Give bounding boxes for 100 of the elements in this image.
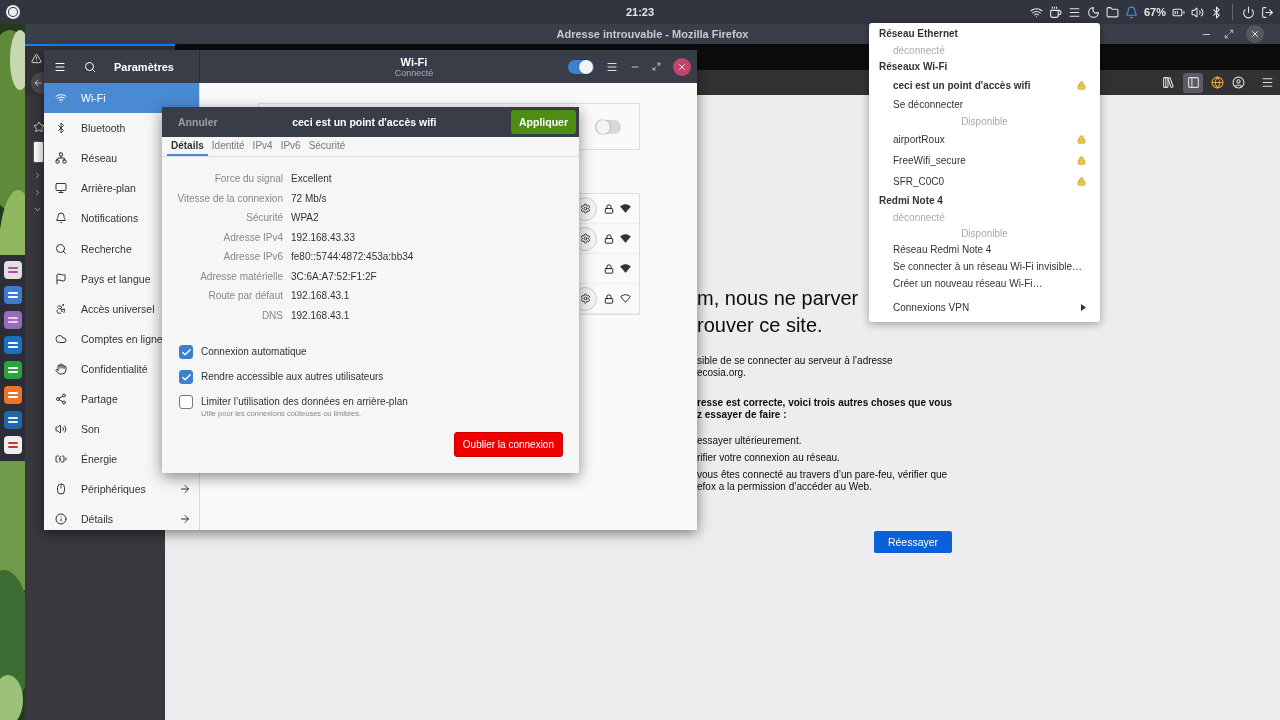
- share-icon: [55, 393, 67, 405]
- option-label: Rendre accessible aux autres utilisateurs: [201, 370, 384, 384]
- menu-heading: Réseau Ethernet: [878, 27, 959, 41]
- menu-item[interactable]: Se connecter à un réseau Wi-Fi invisible…: [869, 258, 1100, 275]
- speaker-icon[interactable]: [1191, 5, 1204, 19]
- library-icon[interactable]: [1162, 76, 1175, 89]
- gear-icon: [579, 293, 591, 304]
- bell-icon[interactable]: [1124, 5, 1138, 19]
- menu-item[interactable]: Créer un nouveau réseau Wi-Fi…: [869, 275, 1100, 292]
- page-title: Wi-Fi: [400, 55, 428, 68]
- logout-icon[interactable]: [1261, 5, 1274, 19]
- maximize-icon[interactable]: [652, 62, 661, 71]
- menu-heading: Redmi Note 4: [878, 194, 944, 208]
- maximize-icon[interactable]: [1224, 29, 1234, 39]
- menu-item[interactable]: ceci est un point d'accès wifi: [869, 75, 1100, 96]
- close-button[interactable]: [673, 57, 691, 76]
- menu-item[interactable]: Connexions VPN: [869, 296, 1100, 318]
- account-icon[interactable]: [1232, 76, 1245, 89]
- apply-button[interactable]: Appliquer: [511, 110, 576, 134]
- suggestion-text: essayer ultérieurement.: [697, 435, 802, 447]
- menu-icon[interactable]: [54, 60, 66, 73]
- hand-icon: [55, 362, 67, 375]
- airplane-mode-switch[interactable]: [595, 119, 621, 134]
- close-icon: [1250, 29, 1260, 39]
- info-icon: [55, 513, 67, 526]
- tab[interactable]: Identité: [207, 137, 249, 156]
- sidebar-icon: [1186, 76, 1200, 89]
- detail-value: 192.168.43.1: [291, 289, 350, 303]
- detail-label: Sécurité: [245, 211, 283, 225]
- detail-label: DNS: [260, 308, 283, 323]
- detail-value: 3C:6A:A7:52:F1:2F: [291, 269, 377, 284]
- menu-icon[interactable]: [606, 60, 618, 73]
- checkbox[interactable]: [179, 370, 193, 384]
- menu-icon[interactable]: [1067, 5, 1081, 19]
- menu-item[interactable]: Réseau Redmi Note 4: [869, 241, 1100, 258]
- sidebar-item[interactable]: Périphériques: [44, 474, 199, 505]
- wifi-switch[interactable]: [568, 59, 594, 74]
- gear-icon: [579, 203, 591, 214]
- close-button[interactable]: [1246, 25, 1264, 43]
- tab[interactable]: IPv4: [248, 137, 277, 156]
- checkbox[interactable]: [179, 395, 193, 409]
- activities-icon[interactable]: [6, 5, 20, 19]
- detail-label: Force du signal: [213, 172, 283, 186]
- moon-icon[interactable]: [1086, 5, 1100, 19]
- wifi-icon[interactable]: [1029, 5, 1043, 19]
- section-label: Disponible: [960, 114, 1009, 129]
- detail-label: Adresse matérielle: [199, 269, 283, 284]
- battery-icon: [55, 453, 67, 466]
- back-button[interactable]: [31, 71, 44, 94]
- lock-icon: [604, 293, 614, 304]
- menu-item[interactable]: Se déconnecter: [869, 96, 1100, 113]
- tab[interactable]: IPv6: [276, 137, 305, 156]
- menu-item[interactable]: airportRoux: [869, 129, 1100, 150]
- detail-value: 192.168.43.33: [291, 230, 355, 245]
- warning-icon: [31, 52, 42, 64]
- forget-button[interactable]: Oublier la connexion: [453, 432, 563, 457]
- retry-button[interactable]: Réessayer: [873, 531, 953, 553]
- lock-icon: [1077, 156, 1086, 165]
- menu-item[interactable]: SFR_C0C0: [869, 171, 1100, 192]
- collapse-icon[interactable]: [33, 205, 42, 214]
- error-heading: m, nous ne parver rouver ce site.: [697, 286, 859, 338]
- cancel-button[interactable]: Annuler: [178, 116, 218, 128]
- section-label: Disponible: [960, 226, 1009, 241]
- bluetooth-icon[interactable]: [1210, 5, 1223, 19]
- app-title: Paramètres: [114, 60, 174, 73]
- search-field[interactable]: [33, 141, 44, 163]
- cup-icon[interactable]: [1048, 5, 1062, 19]
- sidebar-item[interactable]: Wi-Fi: [44, 83, 199, 114]
- lock-icon: [1077, 135, 1086, 144]
- error-text: sible de se connecter au serveur à l’adresse ecosia.org.: [697, 355, 893, 379]
- checkbox[interactable]: [179, 345, 193, 359]
- detail-value: fe80::5744:4872:453a:bb34: [291, 250, 414, 264]
- sidebar-item[interactable]: Détails: [44, 504, 199, 530]
- detail-label: Vitesse de la connexion: [176, 191, 283, 206]
- detail-label: Adresse IPv4: [222, 230, 283, 245]
- detail-label: Route par défaut: [207, 289, 283, 303]
- tab[interactable]: Détails: [167, 137, 208, 156]
- menu-item[interactable]: FreeWifi_secure: [869, 150, 1100, 171]
- menu-icon[interactable]: [1261, 76, 1274, 89]
- power-icon[interactable]: [1242, 5, 1255, 19]
- tab[interactable]: Sécurité: [304, 137, 350, 156]
- detail-value: Excellent: [291, 172, 332, 186]
- clock[interactable]: 21:23: [625, 6, 655, 18]
- document-icon[interactable]: [2, 335, 23, 355]
- status-text: déconnecté: [892, 43, 946, 58]
- mouse-icon: [55, 483, 67, 496]
- lock-icon: [604, 263, 614, 274]
- globe-icon[interactable]: [1211, 76, 1224, 89]
- star-icon[interactable]: [33, 121, 45, 133]
- monitor-icon: [55, 182, 67, 195]
- sidebar-button[interactable]: [1183, 72, 1203, 93]
- search-icon: [55, 242, 67, 255]
- caret-icon: [1081, 303, 1086, 311]
- lock-icon: [604, 203, 614, 214]
- close-icon: [677, 61, 687, 72]
- suggestion-text: rifier votre connexion au réseau.: [697, 452, 840, 464]
- flag-icon: [55, 272, 67, 285]
- dialog-title: ceci est un point d'accès wifi: [291, 116, 438, 128]
- search-icon[interactable]: [84, 60, 96, 73]
- bell-icon: [55, 212, 67, 225]
